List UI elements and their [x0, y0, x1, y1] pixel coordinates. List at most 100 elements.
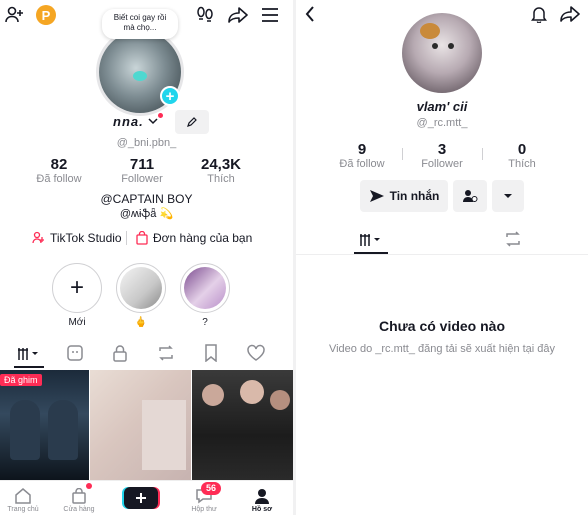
bio-line-2: @ʍɨֆǟ 💫 — [119, 208, 174, 220]
video-thumbnail[interactable] — [0, 370, 89, 480]
username: @_bni.pbn_ — [116, 137, 177, 149]
notification-dot — [158, 113, 163, 118]
message-button-label: Tin nhắn — [389, 189, 440, 203]
story-item[interactable] — [180, 263, 230, 313]
tab-videos[interactable] — [354, 228, 388, 254]
stat-divider — [482, 148, 483, 160]
own-profile-pane: P Biết coi gay rồi mà chọ... + nna. @_bn… — [0, 0, 293, 515]
bookmark-icon — [205, 344, 217, 362]
story-new-label: Mới — [68, 317, 86, 328]
plus-icon — [136, 493, 146, 503]
tab-reposts[interactable] — [501, 228, 525, 250]
stat-followers[interactable]: 3 Follower — [410, 141, 474, 170]
stat-followers-value: 3 — [437, 141, 447, 158]
tiktok-studio-link[interactable]: TikTok Studio — [32, 231, 122, 245]
heart-icon — [247, 344, 265, 361]
link-divider — [126, 231, 127, 245]
profile-icon — [255, 489, 269, 504]
nav-profile[interactable]: Hồ sơ — [233, 479, 291, 515]
back-icon[interactable] — [300, 4, 320, 24]
stat-followers-value: 711 — [129, 156, 155, 173]
stat-following-value: 9 — [357, 141, 367, 158]
other-profile-pane: vlam' cii @_rc.mtt_ 9 Đã follow 3 Follow… — [296, 0, 588, 515]
menu-icon[interactable] — [259, 5, 281, 25]
video-thumbnail[interactable] — [90, 370, 191, 480]
story-label: 🖕 — [134, 317, 148, 328]
stat-following[interactable]: 9 Đã follow — [330, 141, 394, 170]
nav-shop-label: Cửa hàng — [63, 506, 95, 513]
grid-icon — [18, 348, 38, 360]
story-label: ? — [202, 317, 208, 328]
coin-icon[interactable]: P — [36, 5, 56, 25]
pencil-icon — [187, 117, 197, 127]
home-icon — [15, 488, 31, 504]
tiktok-studio-label: TikTok Studio — [50, 231, 122, 245]
shop-bag-icon — [72, 488, 86, 504]
sticker-icon — [67, 345, 83, 361]
shopping-bag-icon — [136, 231, 148, 245]
add-avatar-icon[interactable]: + — [160, 86, 180, 106]
tab-shop[interactable] — [63, 342, 87, 364]
repost-icon — [159, 345, 173, 361]
stat-followers-label: Follower — [421, 158, 463, 170]
grid-icon — [360, 234, 380, 246]
edit-profile-button[interactable] — [175, 110, 209, 134]
tab-saved[interactable] — [199, 342, 223, 364]
tab-bar-divider — [296, 254, 588, 255]
send-icon — [369, 190, 384, 202]
shop-notification-dot — [86, 483, 92, 489]
stat-following[interactable]: 82 Đã follow — [27, 156, 91, 185]
share-icon[interactable] — [559, 4, 581, 24]
stat-following-label: Đã follow — [339, 158, 385, 170]
orders-link[interactable]: Đơn hàng của bạn — [135, 231, 252, 245]
plus-icon: + — [69, 274, 84, 301]
orders-label: Đơn hàng của bạn — [153, 231, 253, 245]
empty-state-title: Chưa có video nào — [378, 318, 506, 334]
caret-down-icon — [504, 194, 512, 198]
repost-icon — [506, 231, 520, 247]
stat-likes-label: Thích — [207, 173, 235, 185]
stat-likes-value: 0 — [517, 141, 527, 158]
bio-line-1: @CAPTAIN BOY — [100, 192, 193, 206]
stat-likes[interactable]: 0 Thích — [490, 141, 554, 170]
nav-profile-label: Hồ sơ — [251, 506, 273, 513]
tab-reposts[interactable] — [154, 342, 178, 364]
stat-divider — [402, 148, 403, 160]
display-name: vlam' cii — [416, 99, 468, 114]
username: @_rc.mtt_ — [416, 117, 468, 129]
studio-icon — [32, 231, 44, 244]
story-new[interactable]: + — [52, 263, 102, 313]
pinned-badge: Đã ghim — [0, 374, 42, 386]
story-thumbnail — [120, 267, 162, 309]
more-options-button[interactable] — [492, 180, 524, 212]
stat-following-label: Đã follow — [36, 173, 82, 185]
nav-shop[interactable]: Cửa hàng — [50, 479, 108, 515]
add-friend-icon[interactable] — [4, 5, 26, 25]
create-button[interactable] — [124, 487, 158, 509]
message-button[interactable]: Tin nhắn — [360, 180, 448, 212]
nav-home[interactable]: Trang chủ — [0, 479, 52, 515]
footprint-icon[interactable] — [194, 5, 216, 25]
stat-followers-label: Follower — [121, 173, 163, 185]
video-thumbnail[interactable] — [192, 370, 293, 480]
empty-state-subtitle: Video do _rc.mtt_ đăng tải sẽ xuất hiện … — [328, 343, 556, 355]
tab-videos[interactable] — [14, 342, 44, 368]
stat-followers[interactable]: 711 Follower — [110, 156, 174, 185]
stat-likes-value: 24,3K — [200, 156, 242, 173]
story-thumbnail — [184, 267, 226, 309]
avatar[interactable] — [402, 13, 482, 93]
nav-inbox-label: Hộp thư — [191, 506, 217, 513]
note-bubble[interactable]: Biết coi gay rồi mà chọ... — [102, 9, 178, 39]
stat-likes[interactable]: 24,3K Thích — [189, 156, 253, 185]
stat-following-value: 82 — [50, 156, 68, 173]
bell-icon[interactable] — [528, 4, 550, 24]
follow-status-button[interactable] — [453, 180, 487, 212]
tab-liked[interactable] — [244, 342, 268, 364]
display-name: nna. — [113, 114, 144, 129]
stat-likes-label: Thích — [508, 158, 536, 170]
lock-icon — [113, 345, 127, 362]
tab-private[interactable] — [108, 342, 132, 364]
story-item[interactable] — [116, 263, 166, 313]
inbox-badge: 56 — [201, 482, 221, 495]
share-icon[interactable] — [227, 5, 249, 25]
